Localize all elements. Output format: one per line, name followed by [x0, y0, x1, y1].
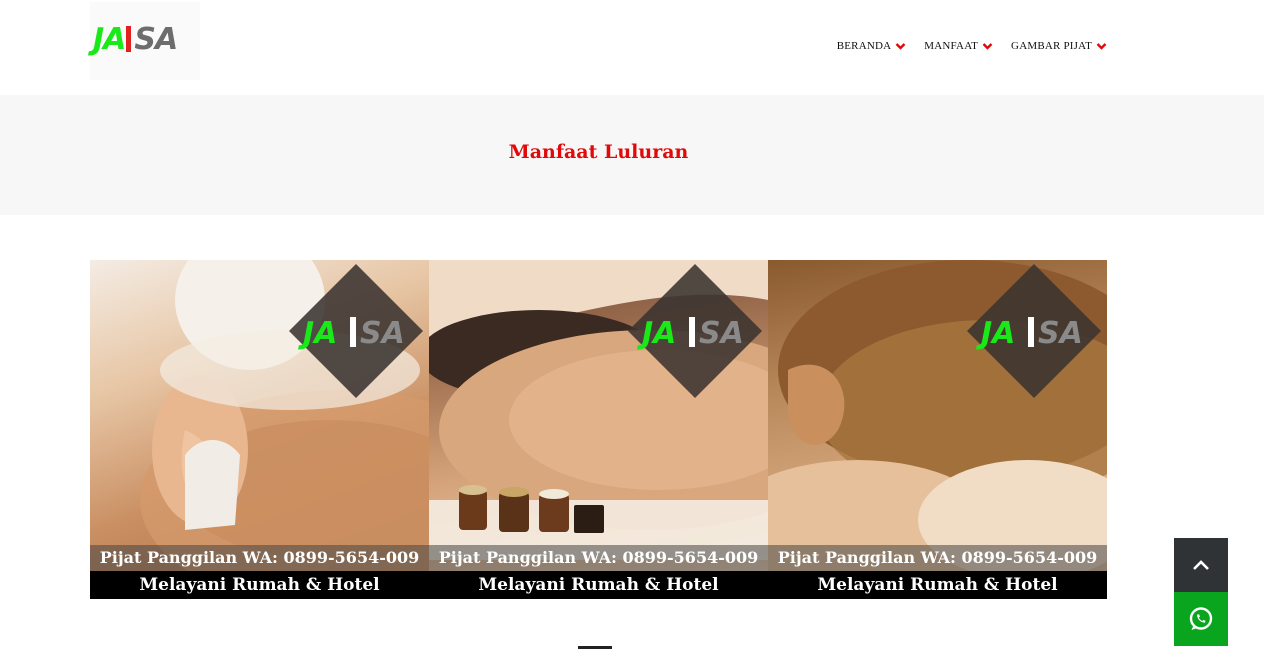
logo-text-left: JA: [93, 22, 126, 57]
logo-link[interactable]: JA SA: [90, 2, 200, 80]
chevron-up-icon: [1193, 560, 1209, 570]
gallery-image-body-scrub[interactable]: JA SA Pijat Panggilan WA: 0899-5654-009 …: [429, 260, 768, 599]
slide-caption-service: Melayani Rumah & Hotel: [90, 571, 429, 599]
nav-item-gambar-pijat[interactable]: GAMBAR PIJAT: [1011, 40, 1107, 52]
gallery-image-mud-scrub[interactable]: JA SA Pijat Panggilan WA: 0899-5654-009 …: [768, 260, 1107, 599]
slide-caption-service: Melayani Rumah & Hotel: [768, 571, 1107, 599]
svg-text:JA: JA: [637, 316, 676, 351]
svg-text:JA: JA: [976, 316, 1015, 351]
chevron-down-icon: [1096, 42, 1107, 50]
watermark-diamond-logo: JA SA: [967, 264, 1101, 398]
chevron-down-icon: [895, 42, 906, 50]
slide-caption-phone: Pijat Panggilan WA: 0899-5654-009: [768, 545, 1107, 571]
nav-item-label: GAMBAR PIJAT: [1011, 40, 1092, 52]
site-logo: JA SA: [93, 22, 178, 57]
logo-divider: [126, 26, 132, 52]
page-title: Manfaat Luluran: [508, 141, 689, 163]
svg-text:SA: SA: [360, 316, 405, 351]
watermark-diamond-logo: JA SA: [289, 264, 423, 398]
nav-item-beranda[interactable]: BERANDA: [837, 40, 907, 52]
nav-item-label: BERANDA: [836, 40, 892, 52]
nav-item-manfaat[interactable]: MANFAAT: [924, 40, 993, 52]
svg-text:SA: SA: [1038, 316, 1083, 351]
whatsapp-icon: [1189, 607, 1213, 630]
chevron-down-icon: [982, 42, 993, 50]
svg-text:SA: SA: [699, 316, 744, 351]
site-header: JA SA BERANDA MANFAAT GAMBAR PIJAT: [0, 0, 1264, 95]
back-to-top-button[interactable]: [1174, 538, 1228, 592]
svg-text:JA: JA: [298, 316, 337, 351]
section-divider: [578, 646, 612, 649]
main-nav: BERANDA MANFAAT GAMBAR PIJAT: [837, 40, 1107, 52]
slide-caption-service: Melayani Rumah & Hotel: [429, 571, 768, 599]
slide-caption-phone: Pijat Panggilan WA: 0899-5654-009: [429, 545, 768, 571]
whatsapp-button[interactable]: [1174, 592, 1228, 646]
watermark-diamond-logo: JA SA: [628, 264, 762, 398]
image-gallery: JA SA Pijat Panggilan WA: 0899-5654-009 …: [90, 260, 1107, 599]
nav-item-label: MANFAAT: [924, 40, 979, 52]
page-title-band: Manfaat Luluran: [0, 95, 1264, 215]
slide-caption-phone: Pijat Panggilan WA: 0899-5654-009: [90, 545, 429, 571]
gallery-image-scrub-massage[interactable]: JA SA Pijat Panggilan WA: 0899-5654-009 …: [90, 260, 429, 599]
logo-text-right: SA: [134, 22, 178, 57]
